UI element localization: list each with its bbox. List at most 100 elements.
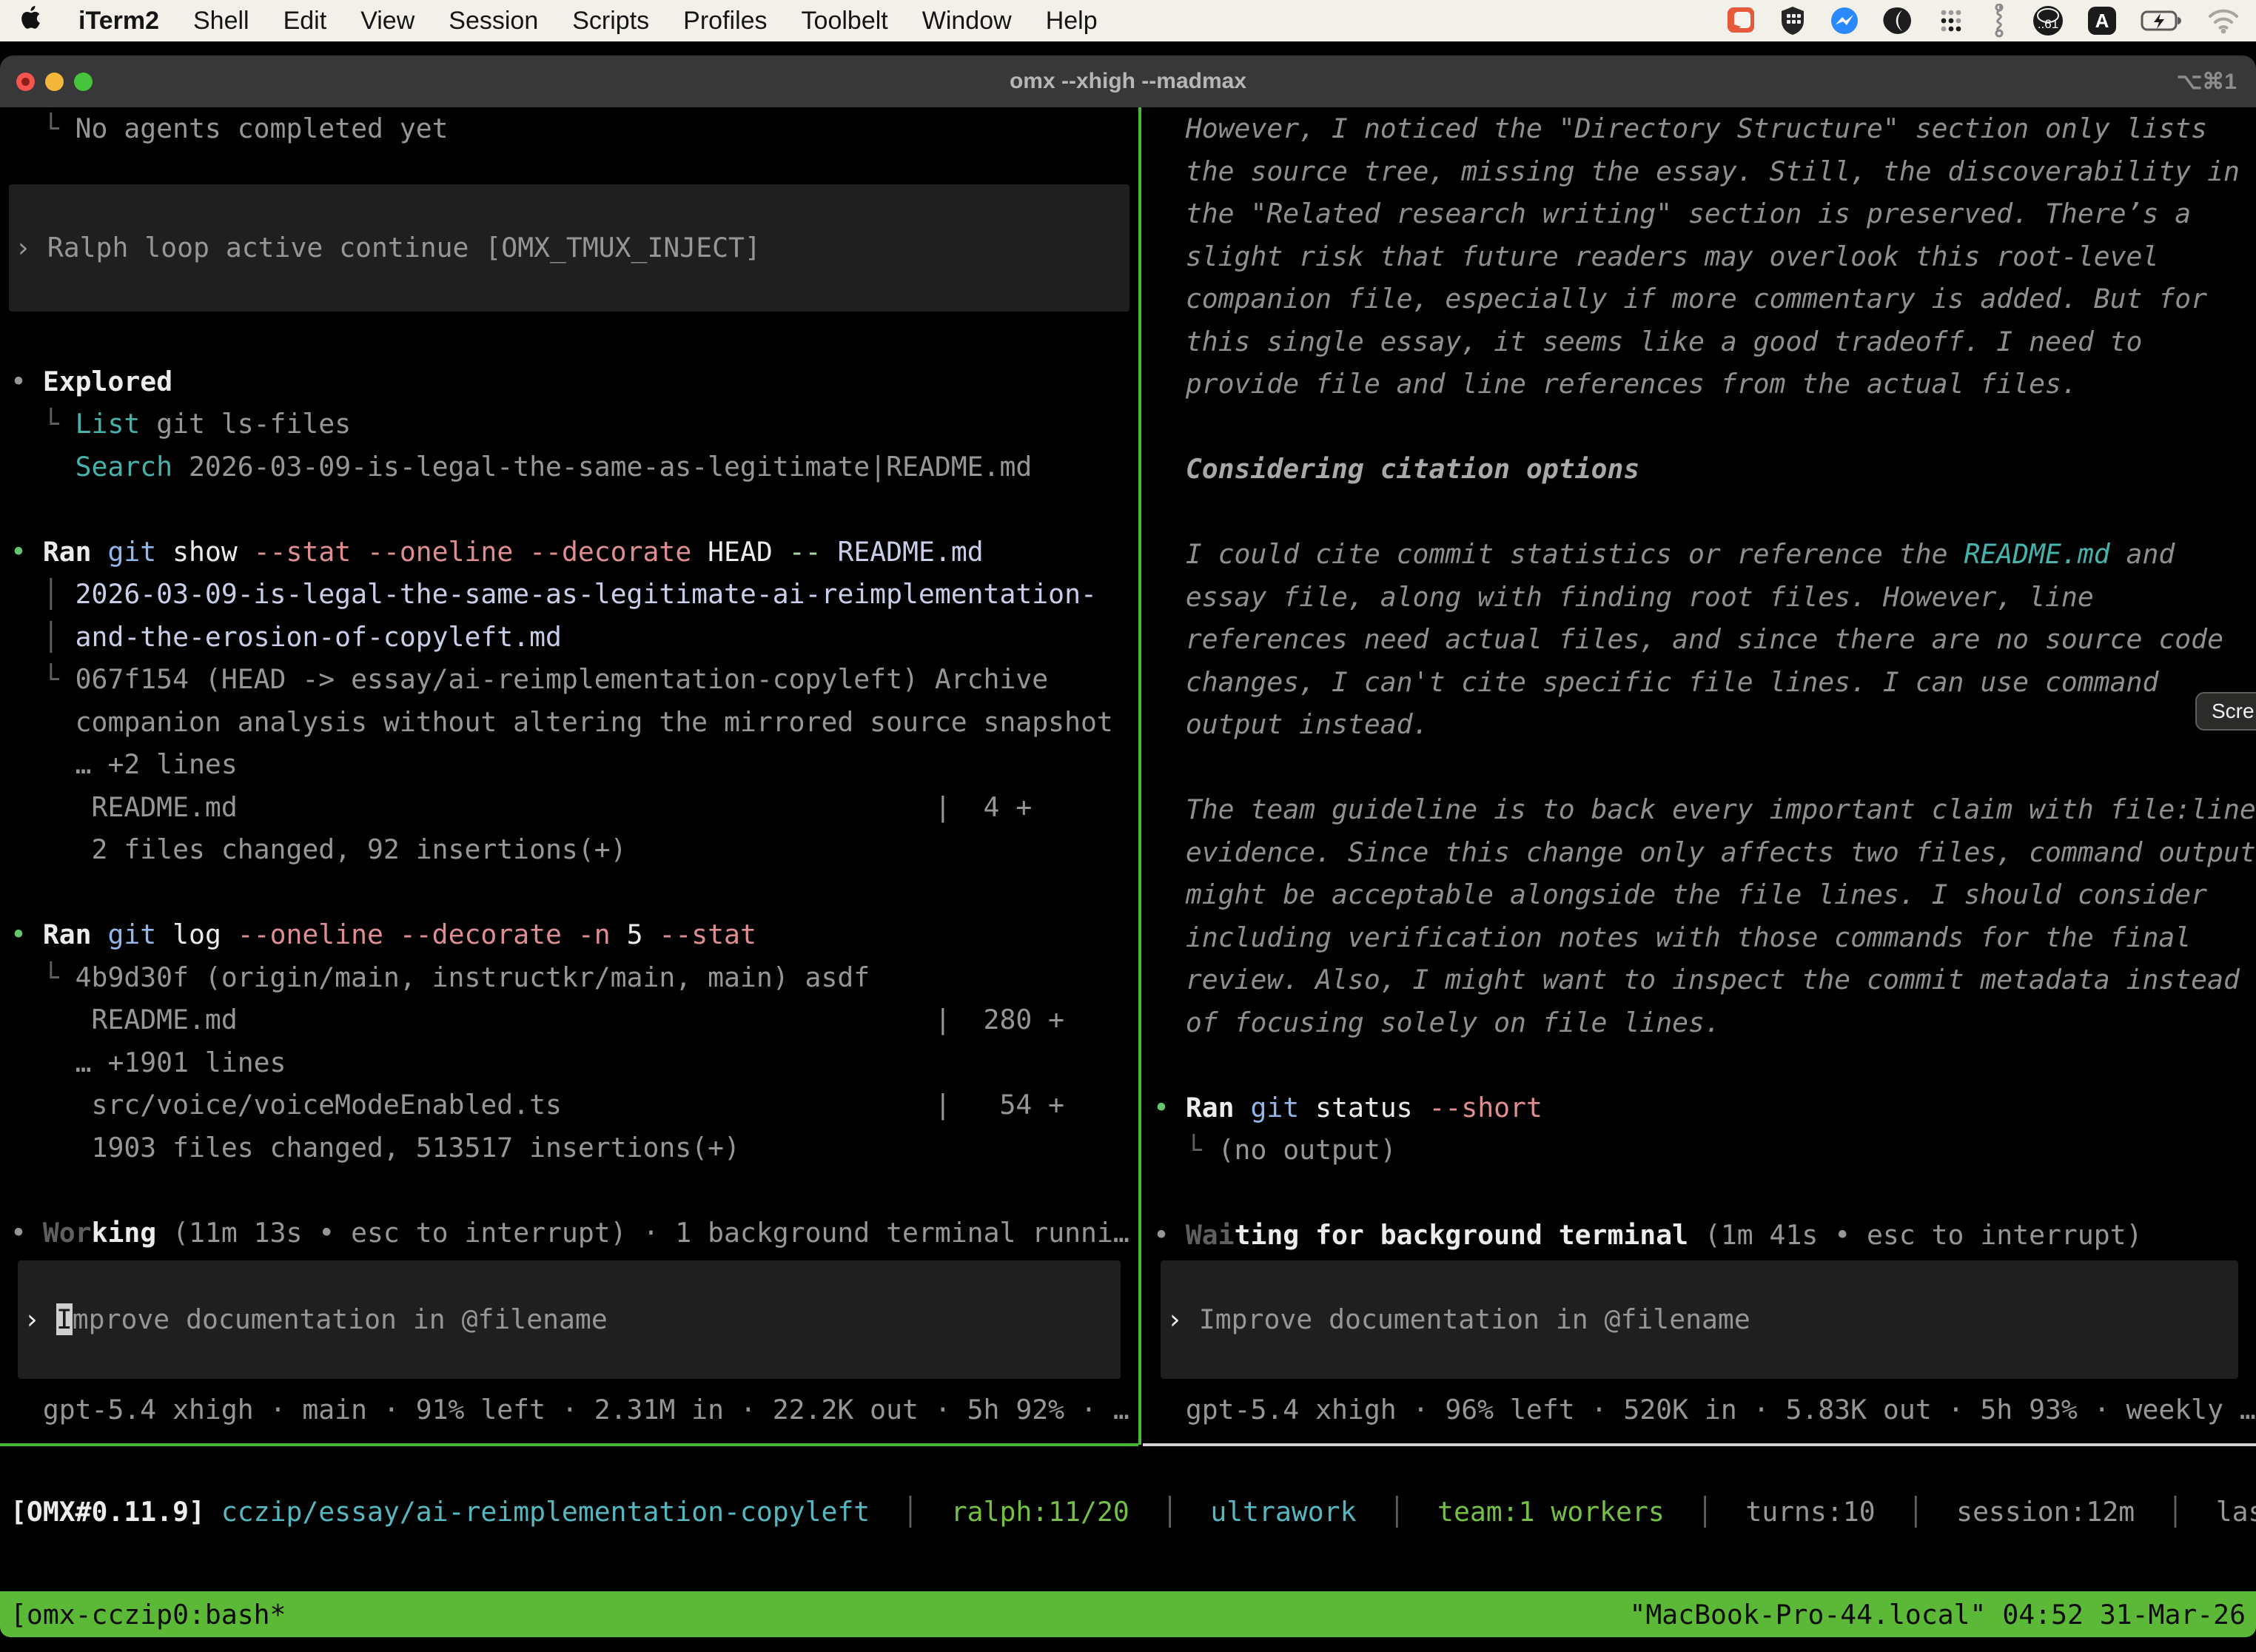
terminal-line: changes, I can't cite specific file line…	[1143, 661, 2256, 704]
terminal-line: README.md | 4 +	[0, 786, 1138, 829]
terminal-blank-line	[0, 1169, 1138, 1212]
close-button[interactable]	[16, 73, 35, 91]
dots-grid-icon[interactable]	[1935, 4, 1967, 37]
apple-menu-icon[interactable]	[19, 3, 44, 39]
terminal-line: └ 4b9d30f (origin/main, instructkr/main,…	[0, 956, 1138, 999]
prompt-input-box[interactable]: › Improve documentation in @filename	[1161, 1260, 2238, 1379]
prompt-input-text: › Improve documentation in @filename	[18, 1298, 608, 1341]
squiggle-icon[interactable]	[1988, 4, 2010, 38]
window-title-bar[interactable]: omx --xhigh --madmax ⌥⌘1	[0, 56, 2256, 107]
terminal-line: including verification notes with those …	[1143, 916, 2256, 959]
terminal-blank-line	[1143, 491, 2256, 534]
terminal-line: • Working (11m 13s • esc to interrupt) ·…	[0, 1212, 1138, 1255]
left-pane-bottom-border	[0, 1443, 1138, 1446]
terminal-line: … +2 lines	[0, 743, 1138, 786]
terminal-blank-line	[0, 312, 1138, 360]
menu-help[interactable]: Help	[1046, 7, 1098, 36]
terminal-line: • Waiting for background terminal (1m 41…	[1143, 1214, 2256, 1257]
terminal-line: evidence. Since this change only affects…	[1143, 831, 2256, 874]
terminal-blank-line	[1143, 1172, 2256, 1215]
pie-menu-icon[interactable]	[1881, 4, 1914, 37]
menu-session[interactable]: Session	[449, 7, 538, 36]
terminal-line: companion analysis without altering the …	[0, 701, 1138, 744]
wifi-icon[interactable]	[2206, 6, 2241, 36]
right-pane-bottom-border	[1143, 1443, 2256, 1446]
menu-status-icons: ..61 A	[1725, 4, 2241, 38]
terminal-line: └ No agents completed yet	[0, 107, 1138, 150]
terminal-line: slight risk that future readers may over…	[1143, 235, 2256, 278]
terminal-line: README.md | 280 +	[0, 998, 1138, 1041]
terminal-line: • Ran git status --short	[1143, 1087, 2256, 1129]
terminal-line: this single essay, it seems like a good …	[1143, 320, 2256, 363]
terminal-line: The team guideline is to back every impo…	[1143, 788, 2256, 831]
terminal-blank-line	[0, 871, 1138, 914]
terminal-blank-line	[1143, 1044, 2256, 1087]
terminal-line: └ List git ls-files	[0, 403, 1138, 446]
input-source-icon[interactable]: A	[2086, 4, 2118, 37]
terminal-line: src/voice/voiceModeEnabled.ts | 54 +	[0, 1084, 1138, 1126]
privacy-shield-icon[interactable]	[1778, 4, 1807, 37]
right-terminal-pane[interactable]: However, I noticed the "Directory Struct…	[1143, 107, 2256, 1445]
menu-window[interactable]: Window	[922, 7, 1012, 36]
screen-share-tooltip[interactable]: Scre	[2195, 692, 2256, 731]
menu-view[interactable]: View	[360, 7, 414, 36]
tmux-session-label: [omx-cczip0:bash*	[10, 1599, 286, 1631]
terminal-line: • Ran git log --oneline --decorate -n 5 …	[0, 913, 1138, 956]
terminal-line: Considering citation options	[1143, 448, 2256, 491]
menu-bar: iTerm2 Shell Edit View Session Scripts P…	[0, 0, 2256, 41]
terminal-line: output instead.	[1143, 703, 2256, 746]
terminal-line: │ 2026-03-09-is-legal-the-same-as-legiti…	[0, 573, 1138, 616]
messenger-icon[interactable]	[1828, 4, 1861, 37]
tmux-status-bar: [omx-cczip0:bash* "MacBook-Pro-44.local"…	[0, 1591, 2256, 1637]
menu-scripts[interactable]: Scripts	[572, 7, 649, 36]
terminal-line: essay file, along with finding root file…	[1143, 576, 2256, 619]
terminal-line: 1903 files changed, 513517 insertions(+)	[0, 1126, 1138, 1169]
terminal-line: … +1901 lines	[0, 1041, 1138, 1084]
pane-divider[interactable]	[1138, 107, 1141, 1445]
omx-status-bar: [OMX#0.11.9] cczip/essay/ai-reimplementa…	[0, 1491, 2256, 1534]
tmux-host-clock-label: "MacBook-Pro-44.local" 04:52 31-Mar-26	[1629, 1599, 2246, 1631]
screen-recording-icon[interactable]	[1725, 4, 1757, 37]
traffic-lights	[16, 56, 93, 107]
left-terminal-pane[interactable]: └ No agents completed yet › Ralph loop ac…	[0, 107, 1138, 1445]
model-session-status-line: gpt-5.4 xhigh · main · 91% left · 2.31M …	[0, 1389, 1138, 1431]
prompt-input-text: › Ralph loop active continue [OMX_TMUX_I…	[9, 226, 761, 269]
badge-61-label: ..61	[2038, 17, 2058, 31]
minimize-button[interactable]	[45, 73, 64, 91]
menu-items: iTerm2 Shell Edit View Session Scripts P…	[19, 3, 1098, 39]
terminal-line: review. Also, I might want to inspect th…	[1143, 958, 2256, 1001]
terminal-line: └ 067f154 (HEAD -> essay/ai-reimplementa…	[0, 658, 1138, 701]
terminal-blank-line	[1143, 406, 2256, 449]
zoom-button[interactable]	[74, 73, 93, 91]
terminal-line: companion file, especially if more comme…	[1143, 278, 2256, 320]
terminal-line: provide file and line references from th…	[1143, 363, 2256, 406]
terminal-line: │ and-the-erosion-of-copyleft.md	[0, 616, 1138, 659]
window-title: omx --xhigh --madmax	[1010, 69, 1246, 94]
terminal-line: the source tree, missing the essay. Stil…	[1143, 150, 2256, 193]
prompt-input-box[interactable]: › Improve documentation in @filename	[18, 1260, 1121, 1379]
menu-app-name[interactable]: iTerm2	[78, 7, 159, 36]
terminal-line: I could cite commit statistics or refere…	[1143, 533, 2256, 576]
terminal-blank-line	[0, 488, 1138, 531]
menu-toolbelt[interactable]: Toolbelt	[802, 7, 888, 36]
menu-profiles[interactable]: Profiles	[683, 7, 767, 36]
terminal-blank-line	[1143, 746, 2256, 789]
terminal-line: of focusing solely on file lines.	[1143, 1001, 2256, 1044]
iterm-window: omx --xhigh --madmax ⌥⌘1 └ No agents com…	[0, 56, 2256, 1652]
terminal-line: • Explored	[0, 360, 1138, 403]
terminal-blank-line	[0, 150, 1138, 184]
prompt-input-text: › Improve documentation in @filename	[1161, 1298, 1750, 1341]
terminal-line: However, I noticed the "Directory Struct…	[1143, 107, 2256, 150]
input-source-label: A	[2095, 10, 2109, 32]
terminal-line: references need actual files, and since …	[1143, 618, 2256, 661]
prompt-input-box[interactable]: › Ralph loop active continue [OMX_TMUX_I…	[9, 184, 1129, 312]
badge-61-icon[interactable]: ..61	[2031, 4, 2065, 38]
terminal-line: might be acceptable alongside the file l…	[1143, 873, 2256, 916]
menu-edit[interactable]: Edit	[283, 7, 327, 36]
terminal-line: Search 2026-03-09-is-legal-the-same-as-l…	[0, 446, 1138, 488]
menu-shell[interactable]: Shell	[193, 7, 249, 36]
terminal-line: └ (no output)	[1143, 1129, 2256, 1172]
screen-share-tooltip-label: Scre	[2212, 699, 2255, 722]
battery-icon[interactable]	[2139, 4, 2185, 37]
terminal-line: the "Related research writing" section i…	[1143, 192, 2256, 235]
